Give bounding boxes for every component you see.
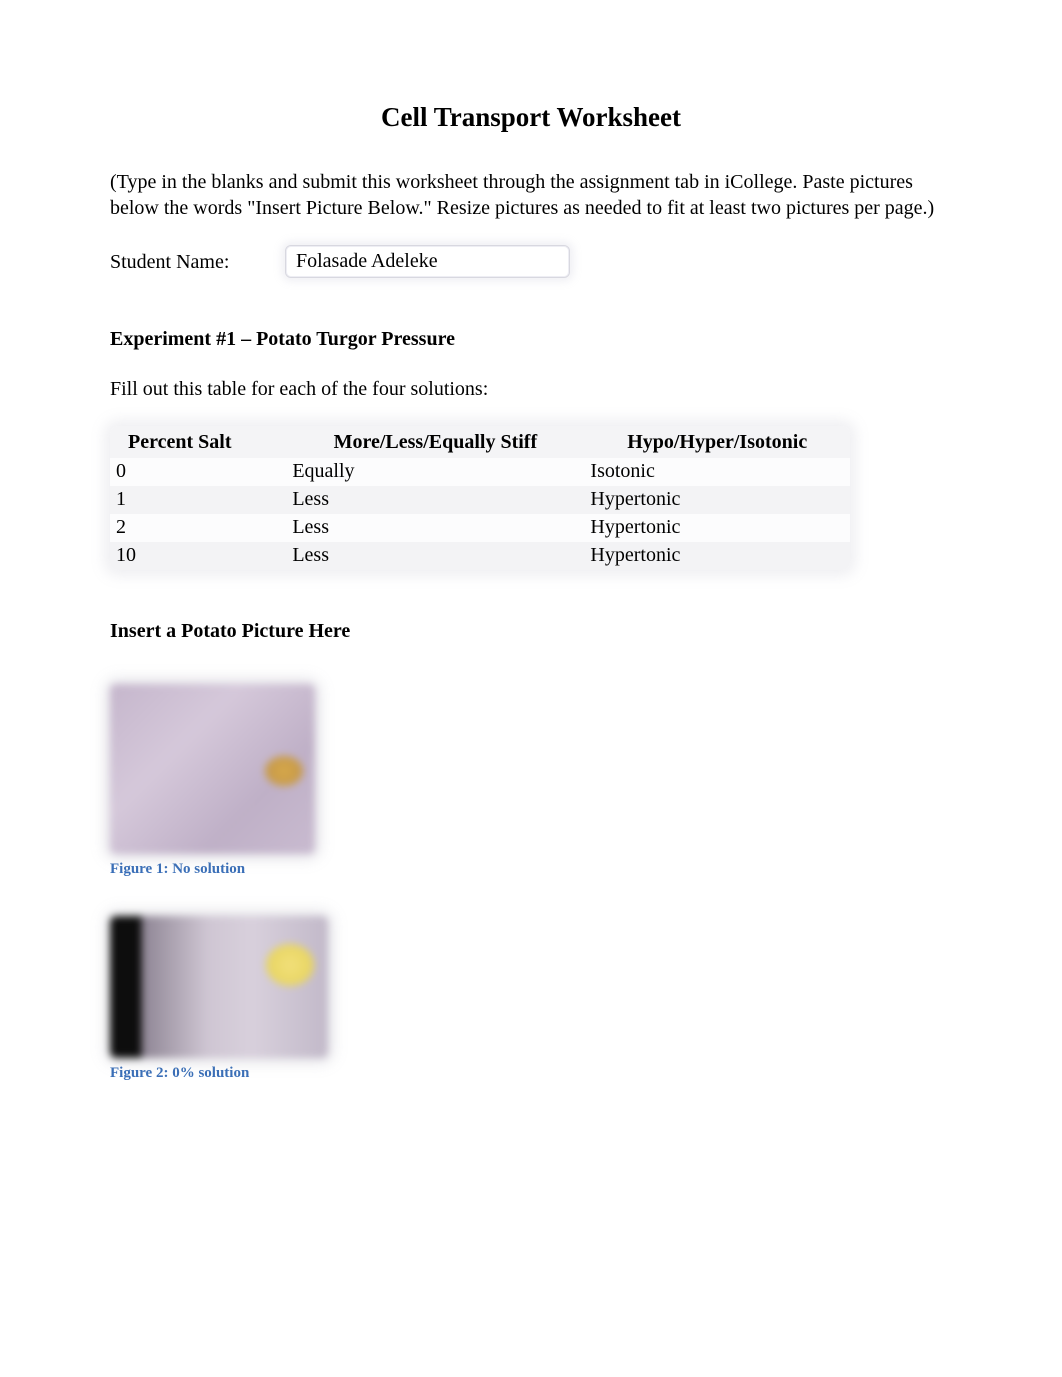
figure-2-block: Figure 2: 0% solution (110, 916, 952, 1084)
table-header-stiffness: More/Less/Equally Stiff (286, 426, 584, 458)
cell-stiffness: Less (286, 514, 584, 542)
figure-1-caption: Figure 1: No solution (110, 860, 952, 880)
student-name-row: Student Name: (110, 245, 952, 278)
cell-percent: 2 (110, 514, 286, 542)
insert-picture-heading: Insert a Potato Picture Here (110, 618, 952, 644)
cell-tonicity: Hypertonic (584, 486, 850, 514)
student-name-label: Student Name: (110, 249, 285, 275)
cell-percent: 1 (110, 486, 286, 514)
cell-stiffness: Equally (286, 458, 584, 486)
table-header-tonicity: Hypo/Hyper/Isotonic (584, 426, 850, 458)
cell-stiffness: Less (286, 542, 584, 570)
cell-percent: 10 (110, 542, 286, 570)
table-row: 1 Less Hypertonic (110, 486, 850, 514)
figure-1-block: Figure 1: No solution (110, 684, 952, 880)
cell-tonicity: Isotonic (584, 458, 850, 486)
cell-tonicity: Hypertonic (584, 542, 850, 570)
figure-1-image (110, 684, 315, 854)
experiment-1-heading: Experiment #1 – Potato Turgor Pressure (110, 326, 952, 352)
experiment-1-subtext: Fill out this table for each of the four… (110, 376, 952, 402)
cell-tonicity: Hypertonic (584, 514, 850, 542)
figure-2-caption: Figure 2: 0% solution (110, 1064, 952, 1084)
instructions-text: (Type in the blanks and submit this work… (110, 169, 952, 221)
table-header-row: Percent Salt More/Less/Equally Stiff Hyp… (110, 426, 850, 458)
table-header-percent: Percent Salt (110, 426, 286, 458)
cell-stiffness: Less (286, 486, 584, 514)
turgor-pressure-table: Percent Salt More/Less/Equally Stiff Hyp… (110, 426, 850, 570)
figure-2-image (110, 916, 328, 1058)
table-row: 0 Equally Isotonic (110, 458, 850, 486)
table-row: 2 Less Hypertonic (110, 514, 850, 542)
student-name-input[interactable] (285, 245, 570, 278)
page-title: Cell Transport Worksheet (110, 100, 952, 135)
cell-percent: 0 (110, 458, 286, 486)
table-row: 10 Less Hypertonic (110, 542, 850, 570)
